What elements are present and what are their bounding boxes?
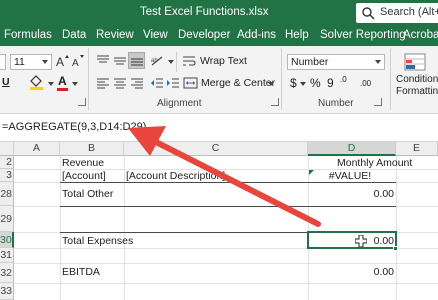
annotation-arrow-icon: [128, 126, 321, 227]
